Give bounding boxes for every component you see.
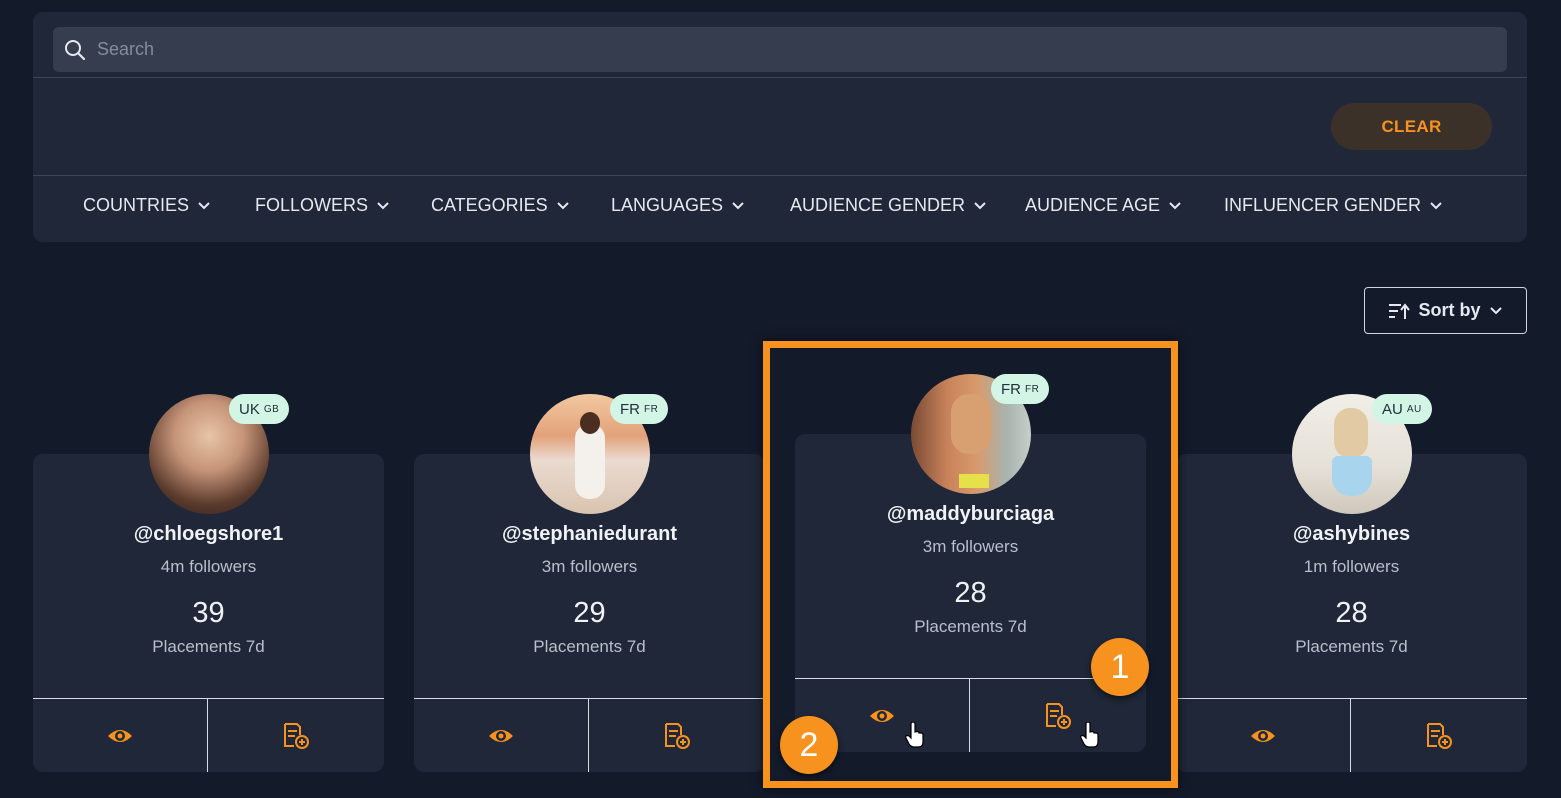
filter-languages[interactable]: LANGUAGES xyxy=(611,193,745,217)
sort-button[interactable]: Sort by xyxy=(1364,287,1527,334)
eye-icon xyxy=(489,729,513,742)
placements-label: Placements 7d xyxy=(1295,637,1408,656)
follower-count: 4m followers xyxy=(160,557,257,576)
chevron-down-icon xyxy=(198,201,210,209)
placements-label: Placements 7d xyxy=(533,637,646,656)
sort-icon xyxy=(1389,302,1411,319)
placements-count: 29 xyxy=(573,597,606,629)
country-code: AU xyxy=(1406,403,1422,415)
chevron-down-icon xyxy=(556,201,569,209)
influencer-handle[interactable]: @ashybines xyxy=(1176,523,1527,546)
filter-label: AUDIENCE GENDER xyxy=(790,194,966,215)
chevron-down-icon xyxy=(732,201,744,209)
divider xyxy=(33,175,1527,176)
divider xyxy=(33,77,1527,78)
filter-audience-age[interactable]: AUDIENCE AGE xyxy=(1025,193,1182,217)
filter-label: INFLUENCER GENDER xyxy=(1224,194,1422,215)
clear-button[interactable]: CLEAR xyxy=(1331,103,1492,150)
chevron-down-icon xyxy=(974,201,986,209)
eye-icon xyxy=(1251,729,1275,742)
view-button[interactable] xyxy=(33,699,207,772)
filter-label: FOLLOWERS xyxy=(255,194,369,215)
filter-followers[interactable]: FOLLOWERS xyxy=(255,193,390,217)
add-to-list-icon xyxy=(665,722,690,749)
follower-count: 3m followers xyxy=(541,557,638,576)
country-name: FR xyxy=(620,400,640,418)
add-to-list-button[interactable] xyxy=(589,699,765,772)
add-to-list-icon xyxy=(1427,722,1452,749)
hand-cursor-icon xyxy=(1080,722,1099,748)
add-to-list-icon xyxy=(284,722,309,749)
filter-label: AUDIENCE AGE xyxy=(1025,194,1161,215)
country-badge: UK GB xyxy=(229,394,290,424)
filter-label: COUNTRIES xyxy=(83,194,190,215)
country-badge: AU AU xyxy=(1372,394,1432,424)
influencer-handle[interactable]: @stephaniedurant xyxy=(414,523,765,546)
chevron-down-icon xyxy=(1489,307,1502,315)
chevron-down-icon xyxy=(1169,201,1181,209)
placements-label: Placements 7d xyxy=(152,637,265,656)
filter-influencer-gender[interactable]: INFLUENCER GENDER xyxy=(1224,193,1443,217)
hand-cursor-icon xyxy=(905,722,924,748)
view-button[interactable] xyxy=(414,699,588,772)
country-name: AU xyxy=(1382,400,1403,418)
step-marker-2: 2 xyxy=(780,716,838,774)
filter-categories[interactable]: CATEGORIES xyxy=(431,193,570,217)
eye-icon xyxy=(108,729,132,742)
filter-audience-gender[interactable]: AUDIENCE GENDER xyxy=(790,193,987,217)
step-marker-1: 1 xyxy=(1091,638,1149,696)
placements-count: 39 xyxy=(192,597,225,629)
filter-label: CATEGORIES xyxy=(431,194,548,215)
filter-panel: CLEAR COUNTRIES FOLLOWERS CATEGORIES LAN… xyxy=(33,12,1527,242)
country-badge: FR FR xyxy=(610,394,669,424)
influencer-handle[interactable]: @chloegshore1 xyxy=(33,523,384,546)
country-name: UK xyxy=(239,400,260,418)
follower-count: 1m followers xyxy=(1303,557,1400,576)
search-icon xyxy=(53,39,97,61)
country-code: FR xyxy=(644,403,659,415)
filter-countries[interactable]: COUNTRIES xyxy=(83,193,211,217)
filter-label: LANGUAGES xyxy=(611,194,724,215)
add-to-list-button[interactable] xyxy=(1351,699,1527,772)
search-input[interactable] xyxy=(97,39,1477,60)
add-to-list-button[interactable] xyxy=(208,699,384,772)
country-code: GB xyxy=(263,403,280,415)
placements-count: 28 xyxy=(1335,597,1368,629)
chevron-down-icon xyxy=(377,201,389,209)
sort-label: Sort by xyxy=(1418,300,1481,320)
search-bar[interactable] xyxy=(53,27,1507,72)
view-button[interactable] xyxy=(1176,699,1350,772)
chevron-down-icon xyxy=(1430,201,1442,209)
